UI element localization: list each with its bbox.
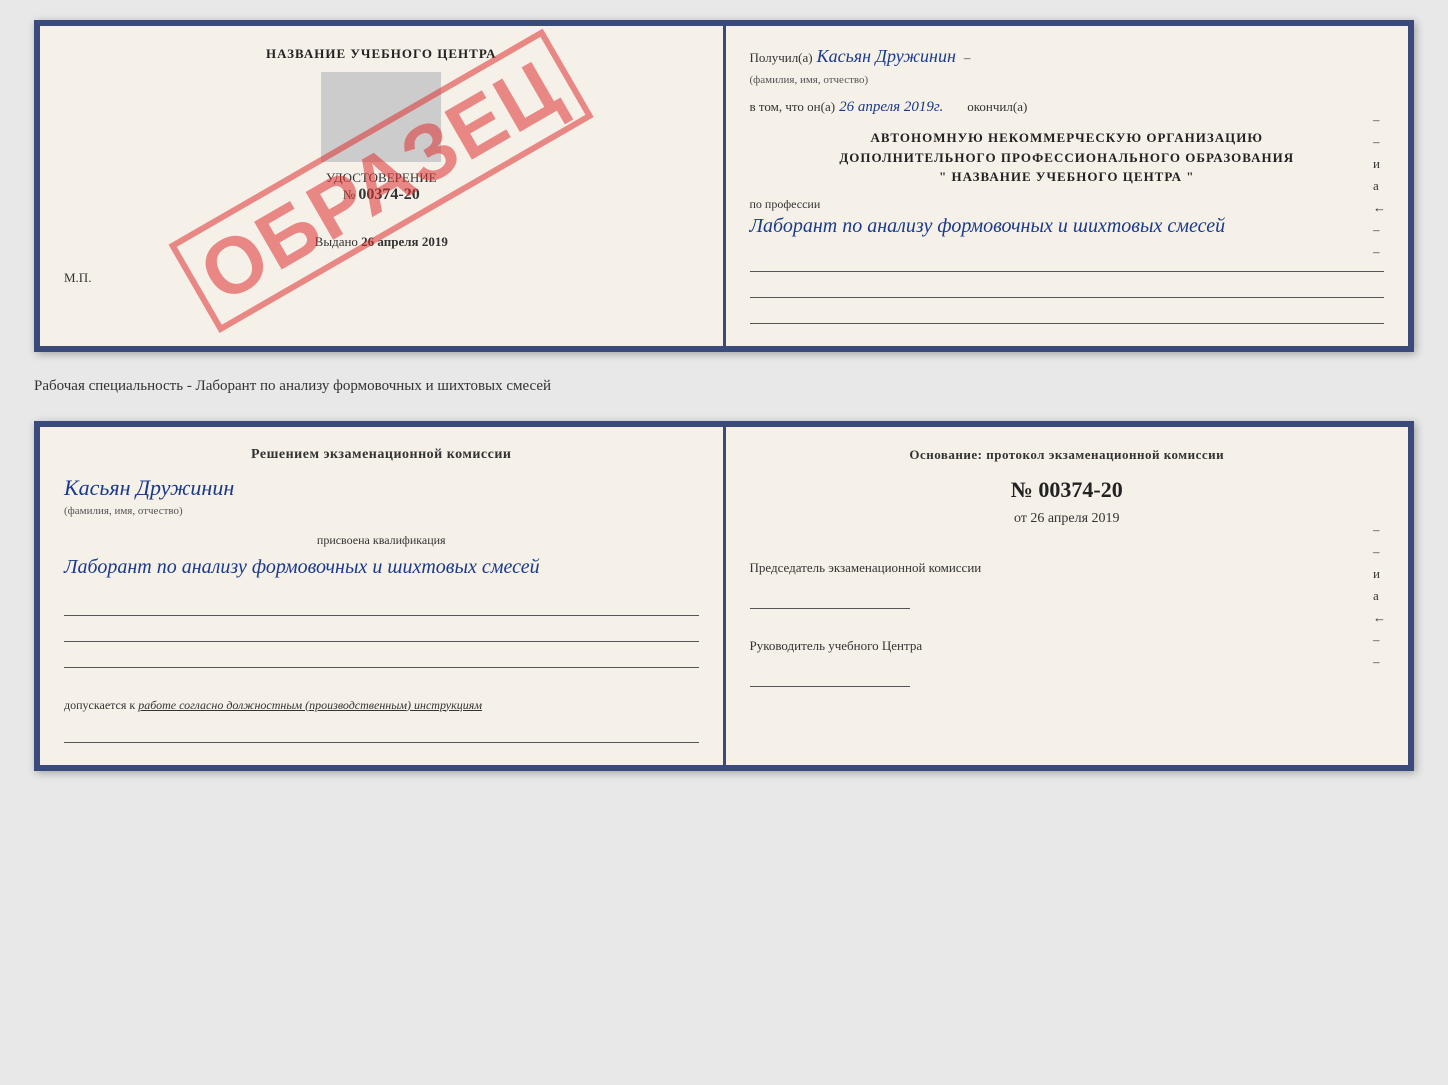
profession-value: Лаборант по анализу формовочных и шихтов… bbox=[750, 212, 1385, 240]
completion-line: в том, что он(а) 26 апреля 2019г. окончи… bbox=[750, 99, 1385, 116]
received-subtitle: (фамилия, имя, отчество) bbox=[750, 74, 869, 86]
director-label: Руководитель учебного Центра bbox=[750, 637, 1385, 655]
top-right-page: Получил(а) Касьян Дружинин – (фамилия, и… bbox=[726, 26, 1409, 346]
bottom-name: Касьян Дружинин bbox=[64, 475, 699, 501]
protocol-date-value: 26 апреля 2019 bbox=[1030, 511, 1119, 526]
cert-id-block: УДОСТОВЕРЕНИЕ № 00374-20 bbox=[64, 170, 699, 204]
protocol-date: от 26 апреля 2019 bbox=[750, 511, 1385, 527]
допускается-block: допускается к работе согласно должностны… bbox=[64, 698, 699, 713]
bottom-left-page: Решением экзаменационной комиссии Касьян… bbox=[40, 427, 726, 765]
protocol-number: № 00374-20 bbox=[750, 477, 1385, 503]
org-line1: АВТОНОМНУЮ НЕКОММЕРЧЕСКУЮ ОРГАНИЗАЦИЮ bbox=[750, 128, 1385, 148]
cert-issued: Выдано 26 апреля 2019 bbox=[64, 234, 699, 250]
cert-number: 00374-20 bbox=[358, 186, 419, 203]
cert-label: УДОСТОВЕРЕНИЕ bbox=[64, 170, 699, 186]
qualification-value: Лаборант по анализу формовочных и шихтов… bbox=[64, 552, 699, 582]
mp-label: М.П. bbox=[64, 270, 699, 286]
org-line2: ДОПОЛНИТЕЛЬНОГО ПРОФЕССИОНАЛЬНОГО ОБРАЗО… bbox=[750, 148, 1385, 168]
bottom-name-block: Касьян Дружинин (фамилия, имя, отчество) bbox=[64, 475, 699, 519]
chairman-signature bbox=[750, 589, 910, 609]
chairman-label: Председатель экзаменационной комиссии bbox=[750, 559, 1385, 577]
completion-date: 26 апреля 2019г. bbox=[839, 99, 943, 116]
org-line3: " НАЗВАНИЕ УЧЕБНОГО ЦЕНТРА " bbox=[750, 167, 1385, 187]
underline3 bbox=[750, 300, 1385, 324]
bottom-name-subtitle: (фамилия, имя, отчество) bbox=[64, 505, 183, 517]
cert-number-prefix: № 00374-20 bbox=[64, 186, 699, 204]
qual-underline1 bbox=[64, 592, 699, 616]
in-that-label: в том, что он(а) bbox=[750, 99, 836, 115]
signatures-block: Председатель экзаменационной комиссии Ру… bbox=[750, 543, 1385, 693]
director-signature bbox=[750, 667, 910, 687]
top-certificate: НАЗВАНИЕ УЧЕБНОГО ЦЕНТРА УДОСТОВЕРЕНИЕ №… bbox=[34, 20, 1414, 352]
received-label: Получил(а) bbox=[750, 50, 813, 66]
issued-date: 26 апреля 2019 bbox=[361, 234, 448, 249]
osnov-heading: Основание: протокол экзаменационной коми… bbox=[750, 447, 1385, 463]
допускается-underline bbox=[64, 719, 699, 743]
right-margin: – – и а ← – – bbox=[1373, 112, 1386, 260]
допускается-text-value: работе согласно должностным (производств… bbox=[138, 698, 482, 712]
received-name: Касьян Дружинин bbox=[817, 46, 956, 67]
issued-label: Выдано bbox=[315, 234, 358, 249]
qual-underline2 bbox=[64, 618, 699, 642]
underline1 bbox=[750, 248, 1385, 272]
finished-label: окончил(а) bbox=[967, 99, 1027, 115]
photo-placeholder bbox=[321, 72, 441, 162]
qual-underline3 bbox=[64, 644, 699, 668]
cert-org-title: НАЗВАНИЕ УЧЕБНОГО ЦЕНТРА bbox=[64, 46, 699, 62]
underline2 bbox=[750, 274, 1385, 298]
qualification-label: присвоена квалификация bbox=[64, 533, 699, 548]
org-name-block: АВТОНОМНУЮ НЕКОММЕРЧЕСКУЮ ОРГАНИЗАЦИЮ ДО… bbox=[750, 128, 1385, 187]
specialty-text: Рабочая специальность - Лаборант по анал… bbox=[34, 370, 1414, 403]
bottom-right-page: Основание: протокол экзаменационной коми… bbox=[726, 427, 1409, 765]
top-left-page: НАЗВАНИЕ УЧЕБНОГО ЦЕНТРА УДОСТОВЕРЕНИЕ №… bbox=[40, 26, 726, 346]
protocol-date-prefix: от bbox=[1014, 511, 1027, 526]
commission-heading: Решением экзаменационной комиссии bbox=[64, 447, 699, 463]
right-margin-bottom: – – и а ← – – bbox=[1373, 522, 1386, 670]
допускается-prefix: допускается к bbox=[64, 698, 135, 712]
received-line: Получил(а) Касьян Дружинин – (фамилия, и… bbox=[750, 46, 1385, 87]
bottom-certificate: Решением экзаменационной комиссии Касьян… bbox=[34, 421, 1414, 771]
profession-label: по профессии bbox=[750, 197, 1385, 212]
